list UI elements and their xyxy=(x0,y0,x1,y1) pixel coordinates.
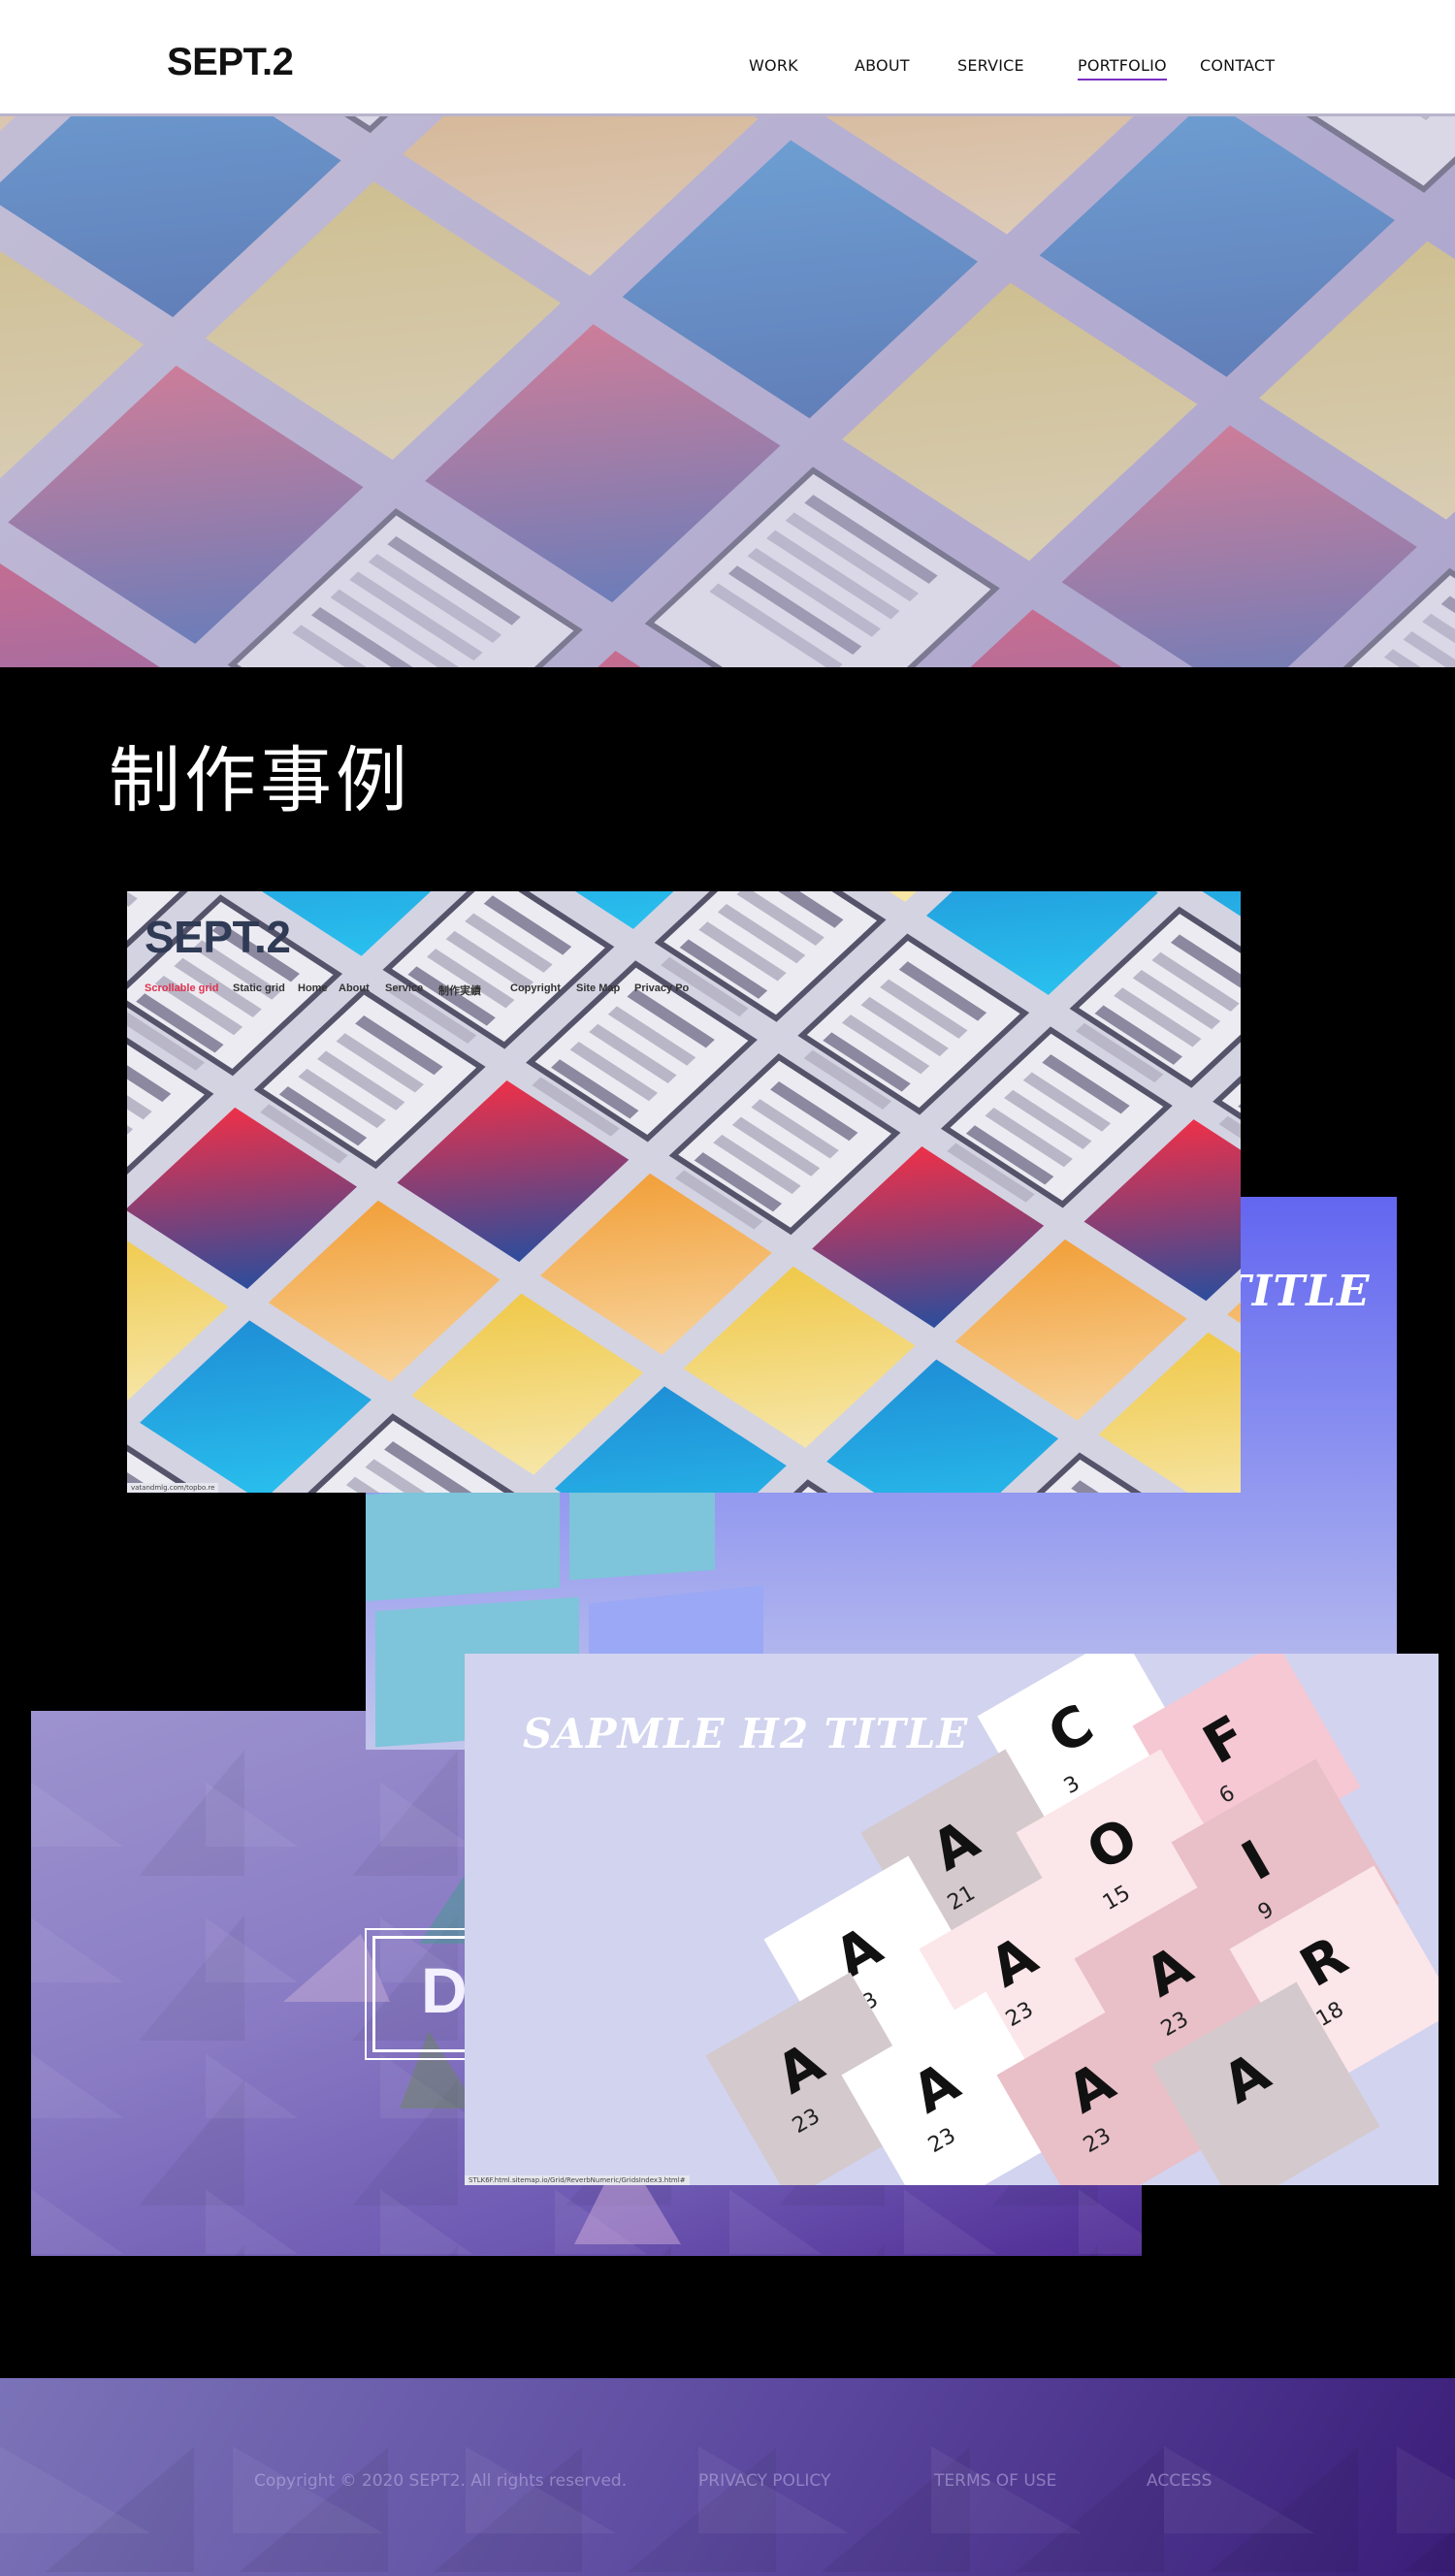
letter-grid-glyph: A xyxy=(922,1808,990,1884)
letter-grid-glyph: C xyxy=(1038,1692,1105,1768)
polygon-letter: D xyxy=(421,1954,468,2026)
blue-tile xyxy=(366,1481,560,1601)
sept-nav-item: Site Map xyxy=(576,982,621,994)
hero-overlay xyxy=(0,116,1455,667)
footer-link-privacy[interactable]: PRIVACY POLICY xyxy=(698,2471,830,2491)
site-header: SEPT.2 WORK ABOUT SERVICE PORTFOLIO CONT… xyxy=(0,0,1455,116)
nav-work[interactable]: WORK xyxy=(749,56,798,76)
nav-about[interactable]: ABOUT xyxy=(855,56,910,76)
letter-grid-glyph: A xyxy=(902,2050,971,2127)
sept-nav-item: Scrollable grid xyxy=(145,982,219,994)
footer-link-access[interactable]: ACCESS xyxy=(1147,2471,1212,2491)
letter-grid-number: 23 xyxy=(1079,2123,1116,2159)
letter-grid-glyph: A xyxy=(1057,2050,1126,2127)
sept-nav-item: Copyright xyxy=(510,982,561,994)
letter-grid-number: 21 xyxy=(943,1881,980,1916)
blue-card-title: TITLE xyxy=(1219,1267,1371,1316)
letter-grid-glyph: A xyxy=(1212,2041,1281,2117)
letter-grid-number: 9 xyxy=(1253,1897,1278,1926)
nav-contact[interactable]: CONTACT xyxy=(1200,56,1275,76)
portfolio-card-letter-grid[interactable]: C3F6A21O15I9A23A23A23R18A23A23A23A SAPML… xyxy=(465,1654,1439,2185)
letter-grid-number: 23 xyxy=(923,2123,960,2159)
site-footer: Copyright © 2020 SEPT2. All rights reser… xyxy=(0,2378,1455,2576)
portfolio-section: 制作事例 D TITLE SEPT.2 Scrollable grid Stat… xyxy=(0,667,1455,2378)
hero-banner xyxy=(0,116,1455,667)
letter-grid-glyph: A xyxy=(980,1924,1049,2001)
sept-nav-item: Home xyxy=(298,982,328,994)
letter-grid-glyph: A xyxy=(824,1915,893,1991)
footer-copyright: Copyright © 2020 SEPT2. All rights reser… xyxy=(254,2471,628,2491)
sept-card-url: vatandmlg.com/topbo.re xyxy=(127,1483,219,1493)
letter-grid-glyph: O xyxy=(1077,1805,1148,1884)
section-title: 制作事例 xyxy=(109,739,411,822)
letter-grid-glyph: F xyxy=(1193,1703,1257,1778)
sept-nav-item: 制作実績 xyxy=(438,985,481,997)
main-nav: WORK ABOUT SERVICE PORTFOLIO CONTACT xyxy=(0,56,1455,80)
letter-grid-number: 23 xyxy=(788,2104,824,2140)
portfolio-card-sept2[interactable]: SEPT.2 Scrollable grid Static grid Home … xyxy=(127,891,1241,1493)
nav-service[interactable]: SERVICE xyxy=(957,56,1024,76)
grid-card-url: STLK6F.html.sitemap.io/Grid/ReverbNumeri… xyxy=(465,2175,690,2185)
footer-link-terms[interactable]: TERMS OF USE xyxy=(934,2471,1056,2491)
sept-nav-item: Static grid xyxy=(233,982,285,994)
grid-card-title: SAPMLE H2 TITLE xyxy=(523,1710,969,1757)
sept-card-logo: SEPT.2 xyxy=(145,912,291,962)
letter-grid-number: 23 xyxy=(1001,1997,1038,2033)
sept-tile-grid xyxy=(127,891,1241,1493)
sept-nav-item: About xyxy=(339,982,370,994)
letter-grid-number: 15 xyxy=(1098,1881,1135,1916)
sept-nav-item: Service xyxy=(385,982,424,994)
letter-grid-glyph: A xyxy=(766,2031,835,2108)
sept-nav-item: Privacy Po xyxy=(634,982,690,994)
nav-portfolio[interactable]: PORTFOLIO xyxy=(1078,56,1167,80)
letter-grid-glyph: I xyxy=(1232,1828,1281,1894)
